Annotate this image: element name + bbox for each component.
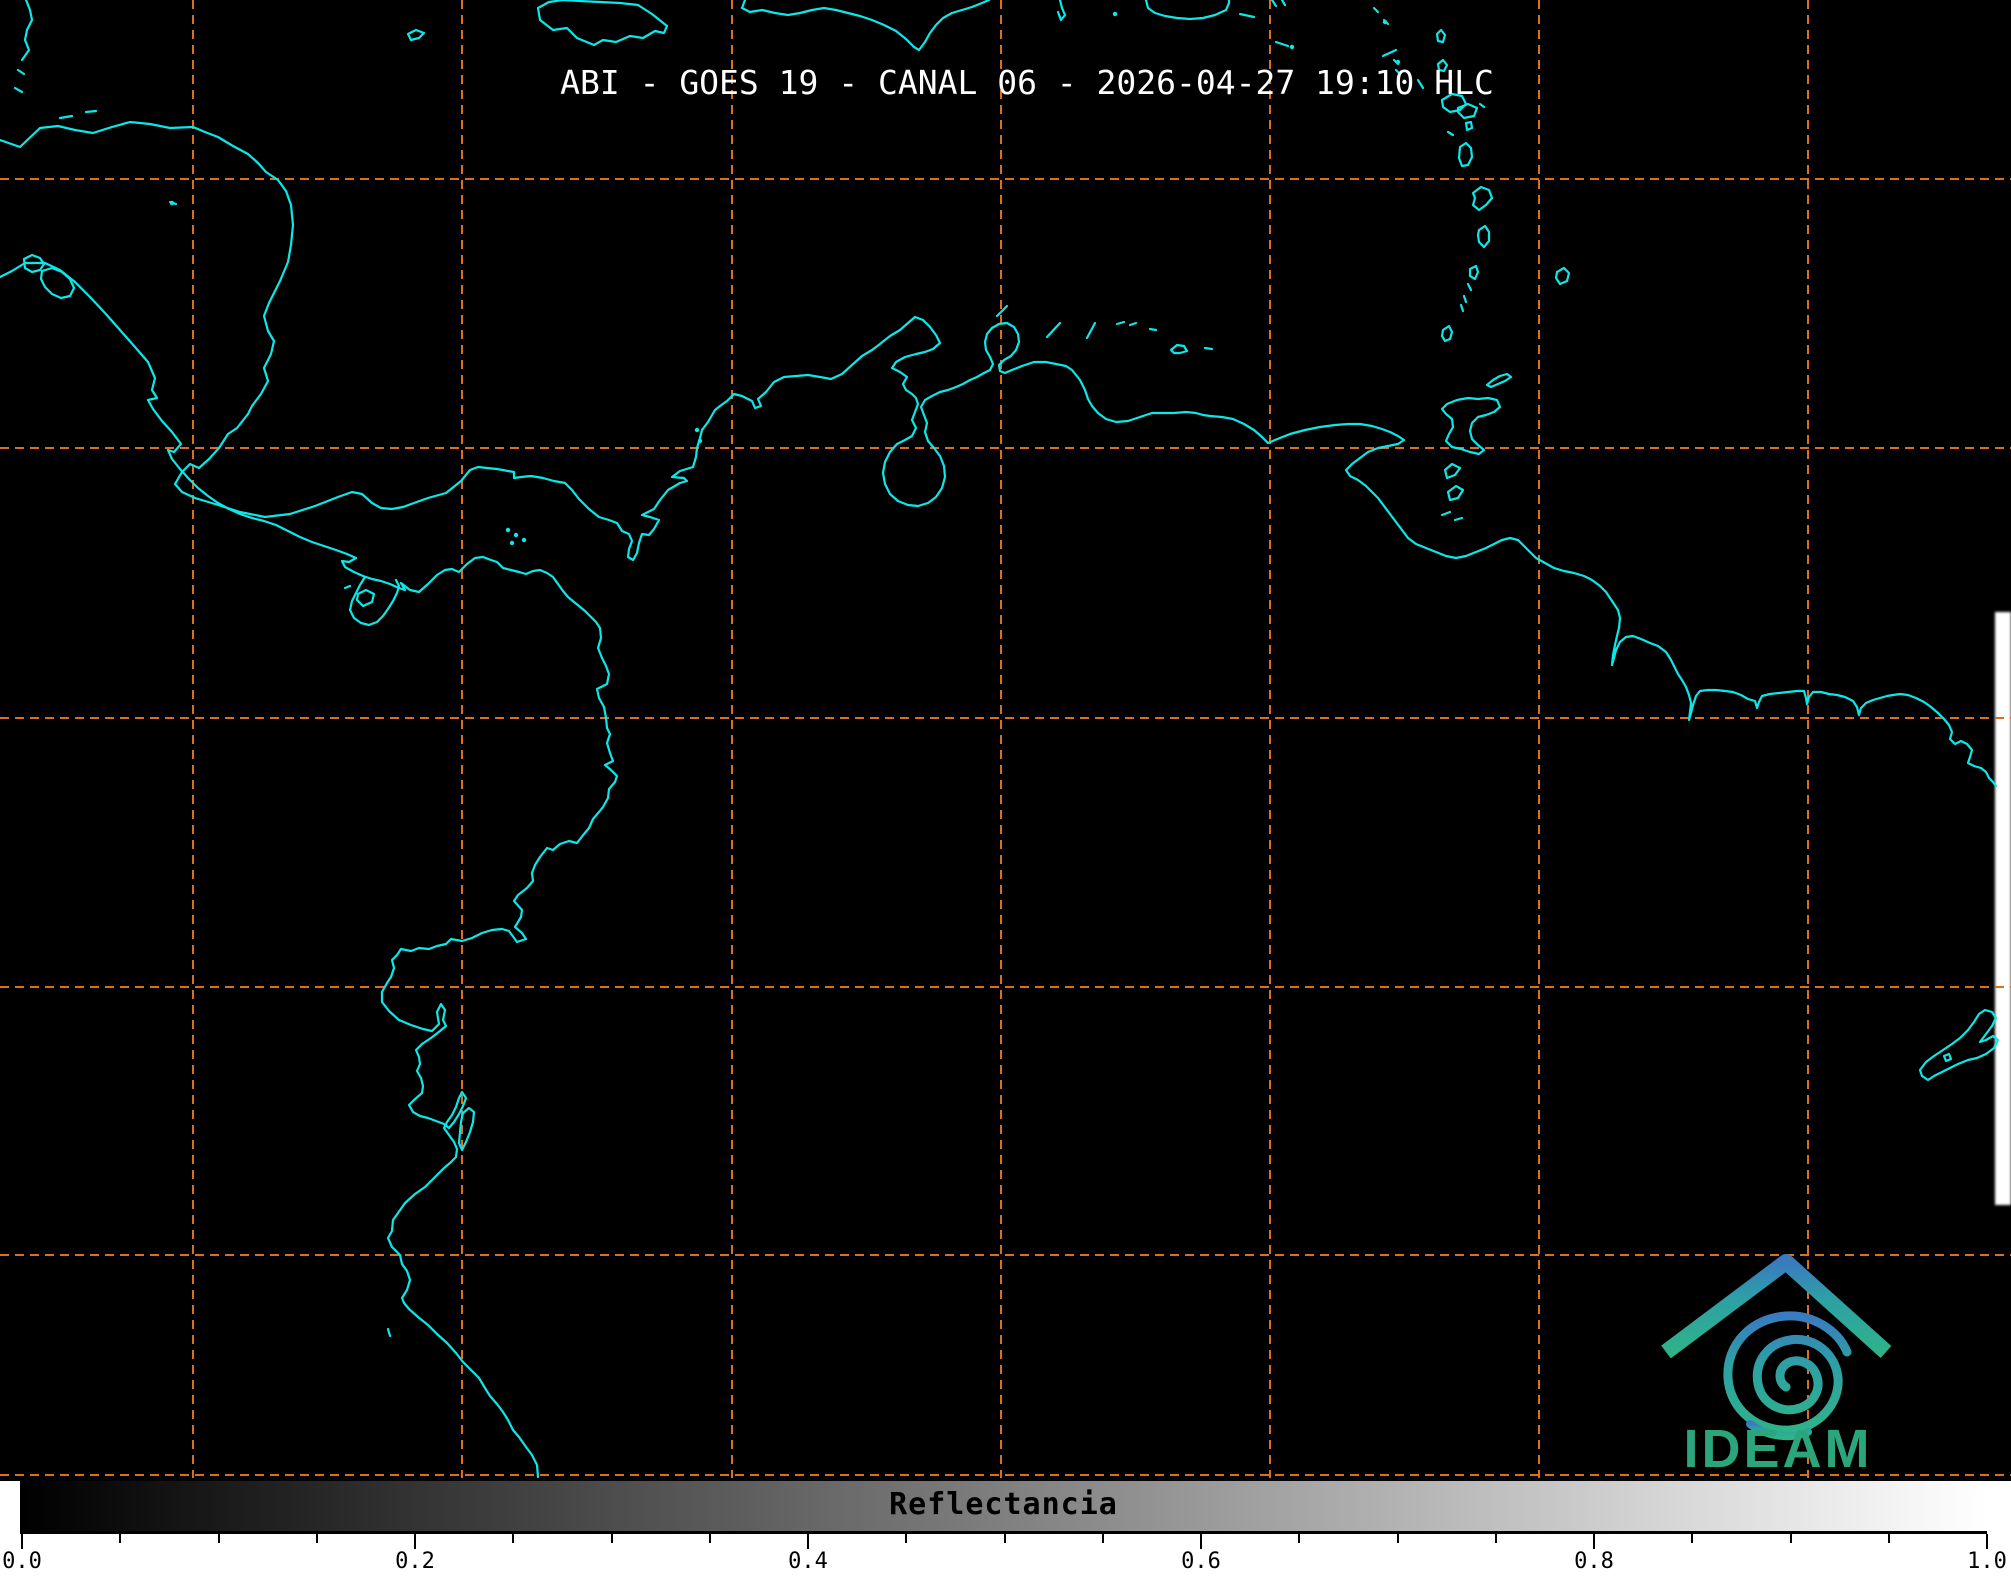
islet-dot [169,200,175,206]
colorbar-minor-tick [905,1534,908,1543]
colorbar-minor-tick [1298,1534,1301,1543]
cloud-artifact-strip [1995,612,2011,1205]
colorbar-minor-tick [708,1534,711,1543]
plot-title: ABI - GOES 19 - CANAL 06 - 2026-04-27 19… [560,63,1494,102]
islet-dot [1382,19,1388,25]
reflectance-colorbar: Reflectancia [20,1481,1987,1534]
colorbar-label: Reflectancia [889,1487,1118,1523]
satellite-map-image: IDEAM [0,0,2011,1481]
colorbar-tick-label: 0.8 [1574,1549,1614,1574]
colorbar-footer: Reflectancia 0.0 0.2 0.4 0.6 0.8 1.0 [0,1481,2011,1577]
map-background [0,0,2011,1481]
colorbar-minor-tick [1396,1534,1399,1543]
islet-dot [1112,11,1118,17]
colorbar-tick-label: 0.2 [395,1549,435,1574]
colorbar-minor-tick [119,1534,122,1543]
colorbar-tick-label: 0.6 [1181,1549,1221,1574]
colorbar-major-tick [21,1534,23,1549]
islet-dot [521,537,527,543]
islet-mark [1203,346,1214,351]
islet-dot [513,532,519,538]
goes-satellite-viewer: IDEAM ABI - GOES 19 - CANAL 06 - 2026-04… [0,0,2011,1577]
islet-mark [84,109,98,114]
colorbar-minor-tick [1494,1534,1497,1543]
colorbar-minor-tick [610,1534,613,1543]
islet-dot [1289,44,1295,50]
colorbar-minor-tick [217,1534,220,1543]
islet-dot [505,527,511,533]
bright-cloud-edge [1995,612,2011,1205]
colorbar-tick-label: 0.4 [788,1549,828,1574]
ideam-logo-text: IDEAM [1684,1419,1873,1479]
colorbar-minor-tick [512,1534,515,1543]
colorbar-minor-tick [1887,1534,1890,1543]
colorbar-minor-tick [1101,1534,1104,1543]
islet-dot [509,540,515,546]
colorbar-major-tick [1593,1534,1595,1549]
islet-mark [1148,327,1158,332]
colorbar-major-tick [807,1534,809,1549]
islet-dot [694,427,700,433]
colorbar-major-tick [414,1534,416,1549]
colorbar-minor-tick [315,1534,318,1543]
islet-dot [697,438,703,444]
colorbar-tick-label: 1.0 [1967,1549,2007,1574]
colorbar-minor-tick [1691,1534,1694,1543]
colorbar-tick-label: 0.0 [2,1549,42,1574]
colorbar-minor-tick [1789,1534,1792,1543]
colorbar-major-tick [1986,1534,1988,1549]
colorbar-minor-tick [1003,1534,1006,1543]
colorbar-major-tick [1200,1534,1202,1549]
